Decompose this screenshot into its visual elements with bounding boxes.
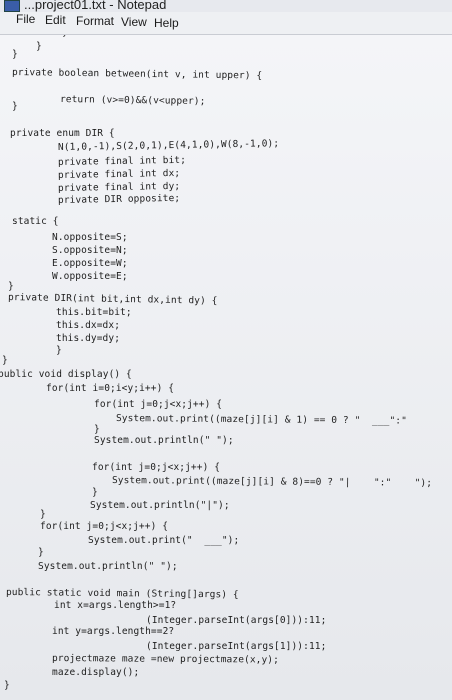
code-line: this.bit=bit; bbox=[56, 307, 132, 318]
code-line: private final int bit; bbox=[57, 154, 187, 168]
code-line: } bbox=[56, 345, 62, 356]
code-line: N.opposite=S; bbox=[52, 232, 128, 243]
code-line: projectmaze maze =new projectmaze(x,y); bbox=[51, 653, 280, 666]
code-line: E.opposite=W; bbox=[52, 258, 128, 269]
code-line: private DIR opposite; bbox=[57, 192, 181, 206]
menu-file[interactable]: File bbox=[16, 12, 35, 26]
code-line: } bbox=[94, 424, 100, 435]
menu-bar: File Edit Format View Help bbox=[0, 12, 452, 35]
code-line: int y=args.length==2? bbox=[52, 626, 175, 637]
code-line: System.out.print(" ___"); bbox=[88, 535, 240, 546]
code-line: System.out.println(" "); bbox=[94, 435, 234, 446]
code-line: N(1,0,-1),S(2,0,1),E(4,1,0),W(8,-1,0); bbox=[57, 138, 280, 153]
menu-help[interactable]: Help bbox=[154, 16, 179, 30]
menu-edit[interactable]: Edit bbox=[45, 13, 66, 27]
code-line: private final int dy; bbox=[57, 180, 181, 194]
text-editor[interactable]: } } } private boolean between(int v, int… bbox=[0, 35, 452, 700]
code-line: return (v>=0)&&(v<upper); bbox=[59, 94, 206, 108]
code-line: S.opposite=N; bbox=[52, 245, 128, 256]
code-line: private enum DIR { bbox=[10, 128, 115, 139]
code-line: (Integer.parseInt(args[0])):11; bbox=[146, 615, 327, 626]
code-line: int x=args.length>=1? bbox=[54, 600, 177, 611]
code-line: (Integer.parseInt(args[1])):11; bbox=[146, 641, 327, 652]
code-line: private DIR(int bit,int dx,int dy) { bbox=[7, 292, 218, 307]
code-line: for(int j=0;j<x;j++) { bbox=[40, 521, 169, 532]
window-title: ...project01.txt - Notepad bbox=[24, 0, 167, 12]
code-line: } bbox=[8, 281, 14, 292]
code-line: System.out.println(" "); bbox=[38, 561, 178, 572]
code-line: private final int dx; bbox=[57, 167, 181, 181]
code-line: System.out.print((maze[j][i] & 8)==0 ? "… bbox=[111, 475, 433, 489]
menu-format[interactable]: Format bbox=[76, 14, 114, 28]
code-line: W.opposite=E; bbox=[52, 271, 128, 282]
code-line: } bbox=[2, 355, 8, 366]
code-line: } bbox=[62, 35, 68, 38]
code-line: for(int j=0;j<x;j++) { bbox=[94, 399, 223, 410]
code-line: public static void main (String[]args) { bbox=[5, 587, 239, 601]
code-line: } bbox=[92, 487, 98, 498]
code-line: } bbox=[40, 509, 46, 520]
code-line: for(int i=0;i<y;i++) { bbox=[46, 383, 175, 394]
code-line: System.out.print((maze[j][i] & 1) == 0 ?… bbox=[115, 413, 408, 427]
code-line: private boolean between(int v, int upper… bbox=[11, 67, 263, 82]
menu-view[interactable]: View bbox=[121, 15, 147, 29]
code-line: for(int j=0;j<x;j++) { bbox=[92, 462, 221, 473]
code-line: this.dy=dy; bbox=[56, 333, 121, 344]
code-line: } bbox=[4, 680, 10, 691]
code-line: } bbox=[12, 49, 18, 60]
code-line: this.dx=dx; bbox=[56, 320, 121, 331]
code-line: } bbox=[12, 101, 18, 112]
code-line: static { bbox=[12, 216, 59, 227]
code-line: public void display() { bbox=[0, 369, 132, 380]
code-line: } bbox=[36, 41, 42, 52]
notepad-icon bbox=[4, 0, 20, 12]
code-line: } bbox=[38, 547, 44, 558]
code-line: System.out.println("|"); bbox=[90, 500, 230, 511]
code-line: maze.display(); bbox=[52, 667, 140, 678]
notepad-window: ...project01.txt - Notepad File Edit For… bbox=[0, 0, 452, 700]
